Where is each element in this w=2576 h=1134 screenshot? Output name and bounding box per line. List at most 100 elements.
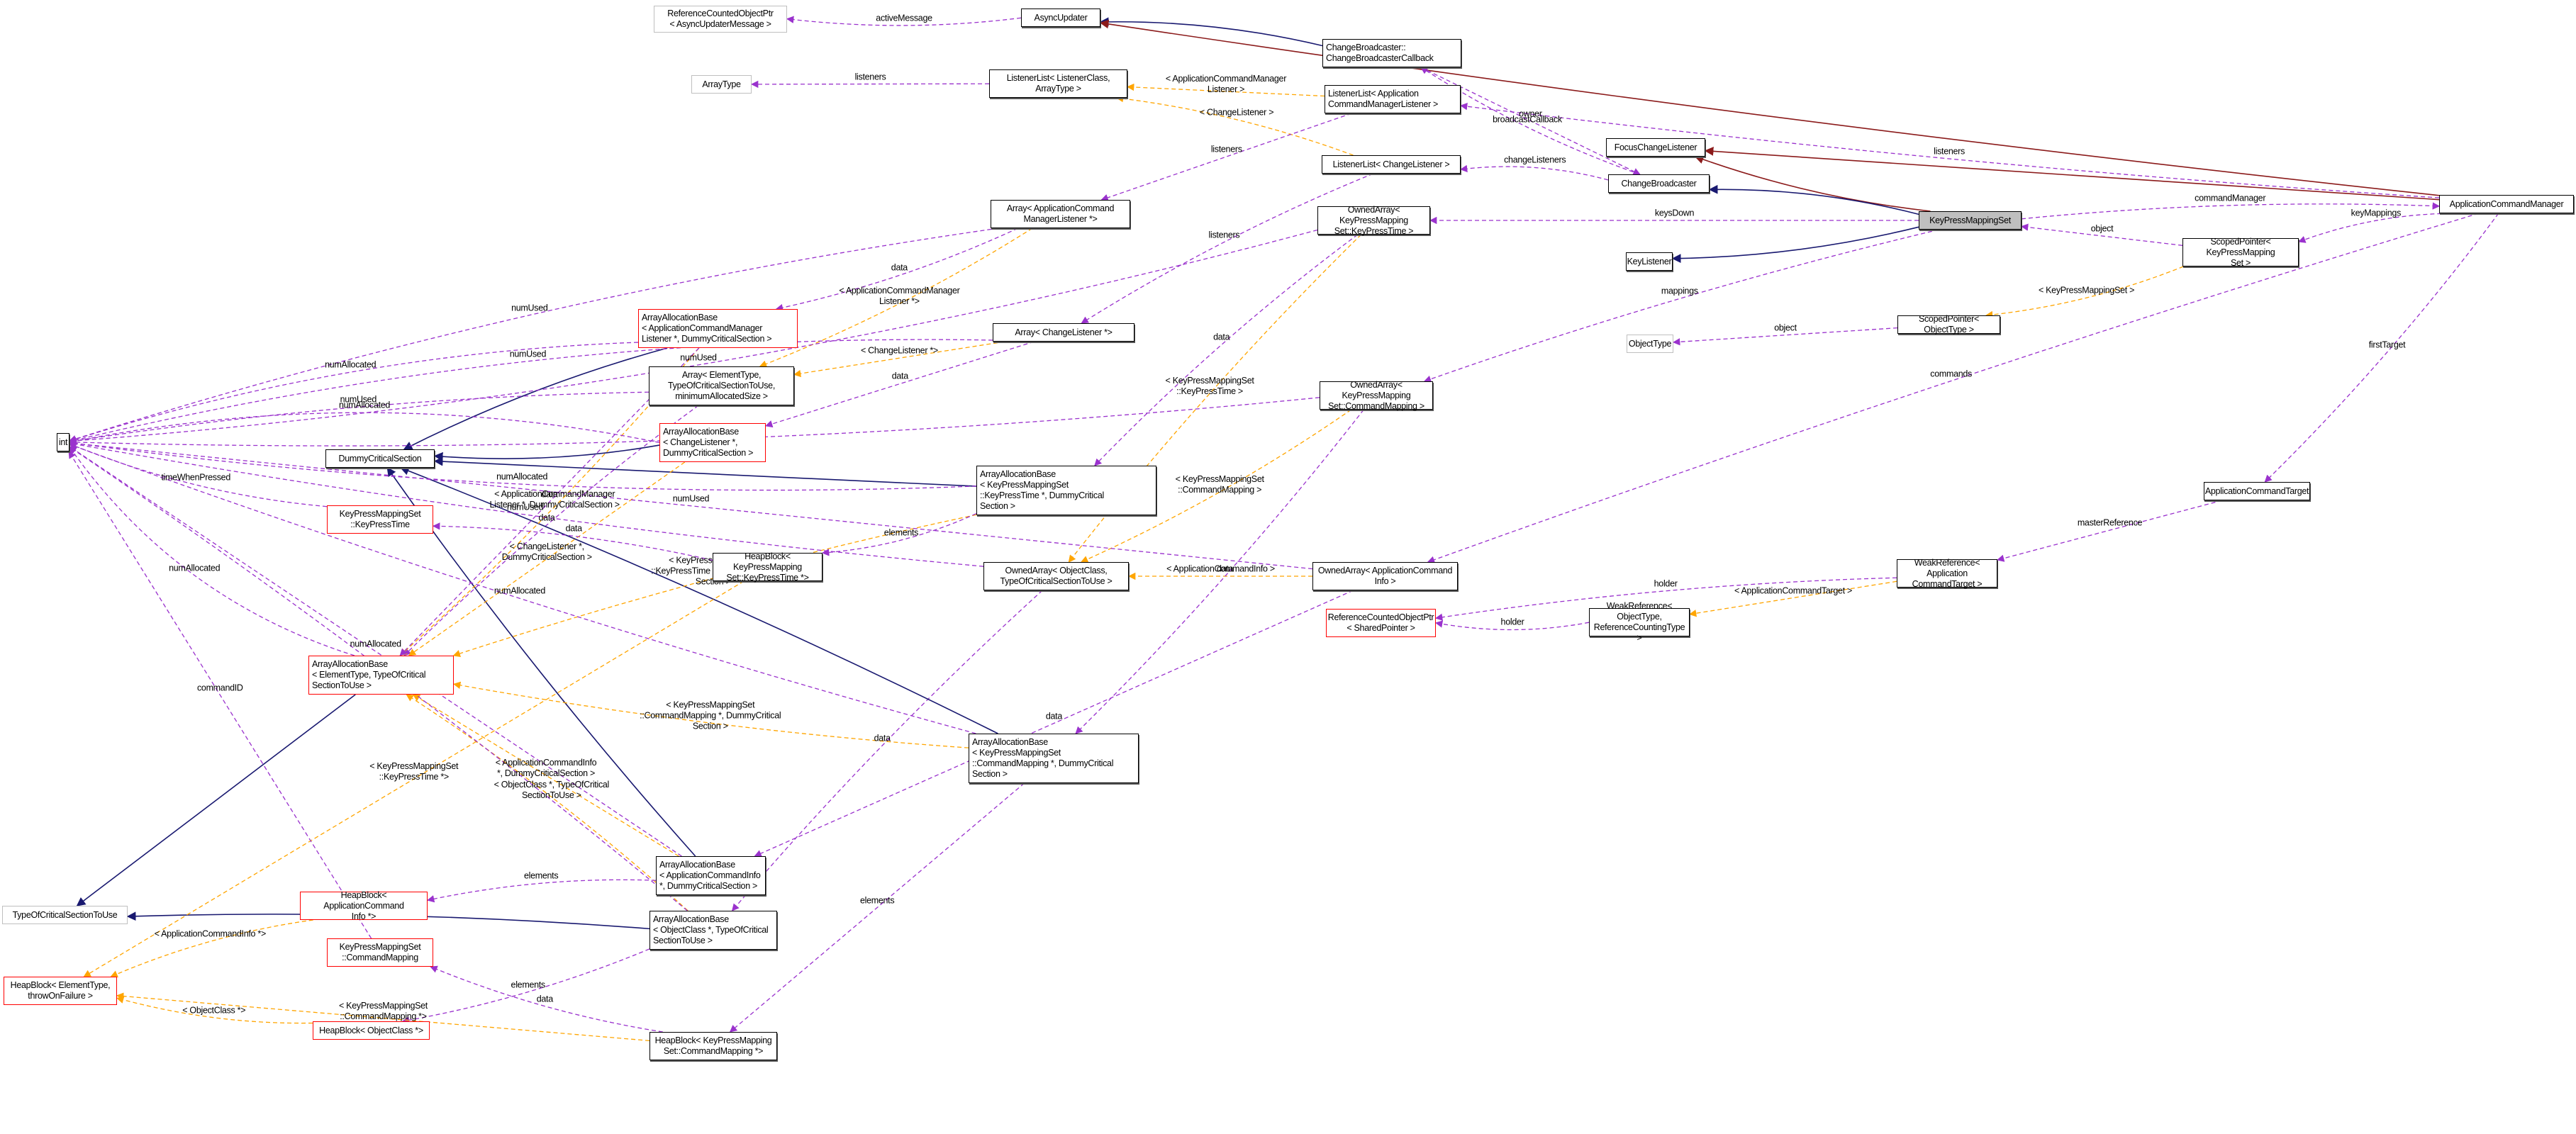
class-node-label: ArrayAllocationBase < ElementType, TypeO… <box>312 659 426 690</box>
edge-usage-aab_cm-to-hb_cm <box>729 782 1025 1033</box>
class-node-label: Array< ApplicationCommand ManagerListene… <box>1006 203 1115 224</box>
edge-usage-aab_acml-to-int <box>69 342 639 443</box>
class-node-referencecountedobjectptr-asyncupdatermessage[interactable]: ReferenceCountedObjectPtr < AsyncUpdater… <box>654 6 787 33</box>
class-node-objecttype[interactable]: ObjectType <box>1627 335 1673 353</box>
edge-label: holder <box>1654 578 1678 589</box>
class-node-label: OwnedArray< ApplicationCommand Info > <box>1317 566 1453 586</box>
edge-usage-cm-to-int <box>68 451 372 939</box>
edge-label: data <box>1045 711 1063 721</box>
edge-usage-listenerlist_acml-to-array_acml <box>1100 113 1352 201</box>
class-node-changebroadcaster[interactable]: ChangeBroadcaster <box>1608 174 1710 193</box>
class-node-arraytype[interactable]: ArrayType <box>691 75 752 94</box>
edge-label: numAllocated <box>496 471 548 482</box>
class-node-label: ArrayAllocationBase < ObjectClass *, Typ… <box>653 914 769 945</box>
class-node-arrayallocationbase-generic[interactable]: ArrayAllocationBase < ElementType, TypeO… <box>308 656 454 695</box>
class-node-listenerlist-changelistener[interactable]: ListenerList< ChangeListener > <box>1322 155 1461 174</box>
class-node-label: WeakReference< ObjectType, ReferenceCoun… <box>1593 601 1685 643</box>
class-node-scopedpointer-objecttype[interactable]: ScopedPointer< ObjectType > <box>1897 314 2000 335</box>
edge-label: data <box>541 489 558 500</box>
edge-inherit_public-key_press_mapping_set-to-change_broadcaster <box>1708 184 1919 215</box>
class-node-typeofcriticalsectiontouse[interactable]: TypeOfCriticalSectionToUse <box>2 906 128 924</box>
class-node-arrayallocationbase-objectclass[interactable]: ArrayAllocationBase < ObjectClass *, Typ… <box>649 911 777 950</box>
class-node-changebroadcaster-callback[interactable]: ChangeBroadcaster:: ChangeBroadcasterCal… <box>1322 39 1461 67</box>
edge-label: holder <box>1500 617 1524 627</box>
class-node-referencecountedobjectptr-sharedpointer[interactable]: ReferenceCountedObjectPtr < SharedPointe… <box>1326 609 1436 637</box>
class-node-label: ChangeBroadcaster <box>1621 178 1697 189</box>
class-node-label: ListenerList< ListenerClass, ArrayType > <box>1006 73 1110 94</box>
class-node-label: KeyPressMappingSet ::CommandMapping <box>339 942 421 962</box>
class-node-label: ListenerList< Application CommandManager… <box>1328 89 1439 109</box>
class-node-arrayallocationbase-acml[interactable]: ArrayAllocationBase < ApplicationCommand… <box>638 309 798 348</box>
edge-label: numUsed <box>511 303 548 313</box>
edge-label: < ObjectClass *> <box>182 1005 246 1016</box>
collaboration-diagram: activeMessage listeners < ApplicationComma… <box>0 0 2576 1134</box>
class-node-label: ApplicationCommandManager <box>2449 198 2564 209</box>
class-node-weakreference-generic[interactable]: WeakReference< ObjectType, ReferenceCoun… <box>1589 601 1690 643</box>
class-node-focuschangelistener[interactable]: FocusChangeListener <box>1606 138 1705 157</box>
class-node-array-generic[interactable]: Array< ElementType, TypeOfCriticalSectio… <box>649 366 794 405</box>
class-node-asyncupdater[interactable]: AsyncUpdater <box>1021 9 1100 27</box>
class-node-heapblock-generic[interactable]: HeapBlock< ElementType, throwOnFailure > <box>4 977 117 1005</box>
edge-label: < ApplicationCommandManager Listener > <box>1165 74 1287 95</box>
class-node-weakreference-applicationcommandtarget[interactable]: WeakReference< Application CommandTarget… <box>1897 558 1997 589</box>
class-node-arrayallocationbase-applicationcommandinfo[interactable]: ArrayAllocationBase < ApplicationCommand… <box>656 856 766 895</box>
edge-label: < KeyPressMappingSet > <box>2038 285 2135 296</box>
class-node-ownedarray-commandmapping[interactable]: OwnedArray< KeyPressMapping Set::Command… <box>1320 380 1433 411</box>
class-node-applicationcommandmanager[interactable]: ApplicationCommandManager <box>2439 195 2574 213</box>
class-node-array-acml[interactable]: Array< ApplicationCommand ManagerListene… <box>991 200 1130 228</box>
edge-label: changeListeners <box>1504 155 1566 165</box>
class-node-int[interactable]: int <box>57 433 69 451</box>
class-node-ownedarray-applicationcommandinfo[interactable]: OwnedArray< ApplicationCommand Info > <box>1312 562 1458 590</box>
class-node-keylistener[interactable]: KeyListener <box>1626 252 1673 271</box>
class-node-heapblock-objectclass[interactable]: HeapBlock< ObjectClass *> <box>313 1021 430 1040</box>
edge-usage-array_generic-to-aab_generic <box>403 405 699 656</box>
class-node-scopedpointer-keypressmappingset[interactable]: ScopedPointer< KeyPressMapping Set > <box>2182 237 2299 268</box>
edge-label: numUsed <box>506 502 544 512</box>
edge-label: data <box>565 523 582 534</box>
class-node-commandmapping[interactable]: KeyPressMappingSet ::CommandMapping <box>327 938 433 967</box>
edge-inherit_protected-key_press_mapping_set-to-focus_change_listener <box>1694 155 1931 212</box>
class-node-heapblock-applicationcommandinfo[interactable]: HeapBlock< ApplicationCommand Info *> <box>300 889 428 921</box>
class-node-ownedarray-generic[interactable]: OwnedArray< ObjectClass, TypeOfCriticalS… <box>983 562 1129 590</box>
class-node-listenerlist-generic[interactable]: ListenerList< ListenerClass, ArrayType > <box>989 69 1127 98</box>
edge-usage-owned_aci-to-aab_aci <box>754 590 1354 857</box>
class-node-applicationcommandtarget[interactable]: ApplicationCommandTarget <box>2204 482 2310 500</box>
edge-label: commandManager <box>2195 193 2266 203</box>
class-node-keypresstime[interactable]: KeyPressMappingSet ::KeyPressTime <box>327 505 433 534</box>
edge-label: numUsed <box>672 493 710 504</box>
class-node-label: ApplicationCommandTarget <box>2204 485 2309 496</box>
class-node-label: ArrayAllocationBase < ApplicationCommand… <box>659 860 761 891</box>
class-node-label: HeapBlock< ApplicationCommand Info *> <box>323 889 404 921</box>
edge-label: listeners <box>1934 146 1965 157</box>
edge-label: commandID <box>196 683 243 692</box>
edge-label: firstTarget <box>2368 339 2406 350</box>
edge-label: < KeyPressMappingSet ::KeyPressTime *> <box>369 761 459 782</box>
edge-label: data <box>538 512 555 523</box>
edge-label: numUsed <box>680 352 717 363</box>
class-node-keypressmappingset[interactable]: KeyPressMappingSet <box>1919 211 2022 230</box>
edge-label: < ApplicationCommandInfo *, DummyCritica… <box>495 758 597 778</box>
class-node-dummycriticalsection[interactable]: DummyCriticalSection <box>325 449 435 468</box>
class-node-array-changelistener[interactable]: Array< ChangeListener *> <box>993 323 1134 342</box>
class-node-listenerlist-acml[interactable]: ListenerList< Application CommandManager… <box>1325 85 1461 113</box>
edge-label: keyMappings <box>2351 208 2402 218</box>
edge-label: listeners <box>1210 144 1242 155</box>
class-node-label: KeyPressMappingSet ::KeyPressTime <box>339 509 421 529</box>
class-node-label: int <box>58 437 68 447</box>
edge-inherit_public-aab_cl-to-dummy_cs <box>433 444 660 461</box>
edge-label: timeWhenPressed <box>161 472 230 483</box>
class-node-label: OwnedArray< KeyPressMapping Set::KeyPres… <box>1334 204 1414 236</box>
edge-usage-aab_cl-to-int <box>68 412 660 445</box>
edge-label: numAllocated <box>338 400 391 410</box>
edge-usage-app_cmd_target-to-weak_act <box>1996 500 2223 562</box>
edge-inherit_public-key_press_mapping_set-to-key_listener <box>1671 226 1919 264</box>
class-node-arrayallocationbase-changelistener[interactable]: ArrayAllocationBase < ChangeListener *, … <box>659 423 766 462</box>
class-node-ownedarray-keypresstime[interactable]: OwnedArray< KeyPressMapping Set::KeyPres… <box>1317 204 1430 236</box>
class-node-arrayallocationbase-commandmapping[interactable]: ArrayAllocationBase < KeyPressMappingSet… <box>969 734 1139 783</box>
edge-label: < KeyPressMappingSet ::CommandMapping *,… <box>640 700 781 731</box>
class-node-label: Array< ChangeListener *> <box>1015 327 1113 337</box>
class-node-label: ScopedPointer< ObjectType > <box>1918 314 1980 335</box>
class-node-arrayallocationbase-keypresstime[interactable]: ArrayAllocationBase < KeyPressMappingSet… <box>976 466 1156 515</box>
class-node-heapblock-commandmapping[interactable]: HeapBlock< KeyPressMapping Set::CommandM… <box>649 1032 777 1060</box>
class-node-heapblock-keypresstime[interactable]: HeapBlock< KeyPressMapping Set::KeyPress… <box>713 551 823 583</box>
